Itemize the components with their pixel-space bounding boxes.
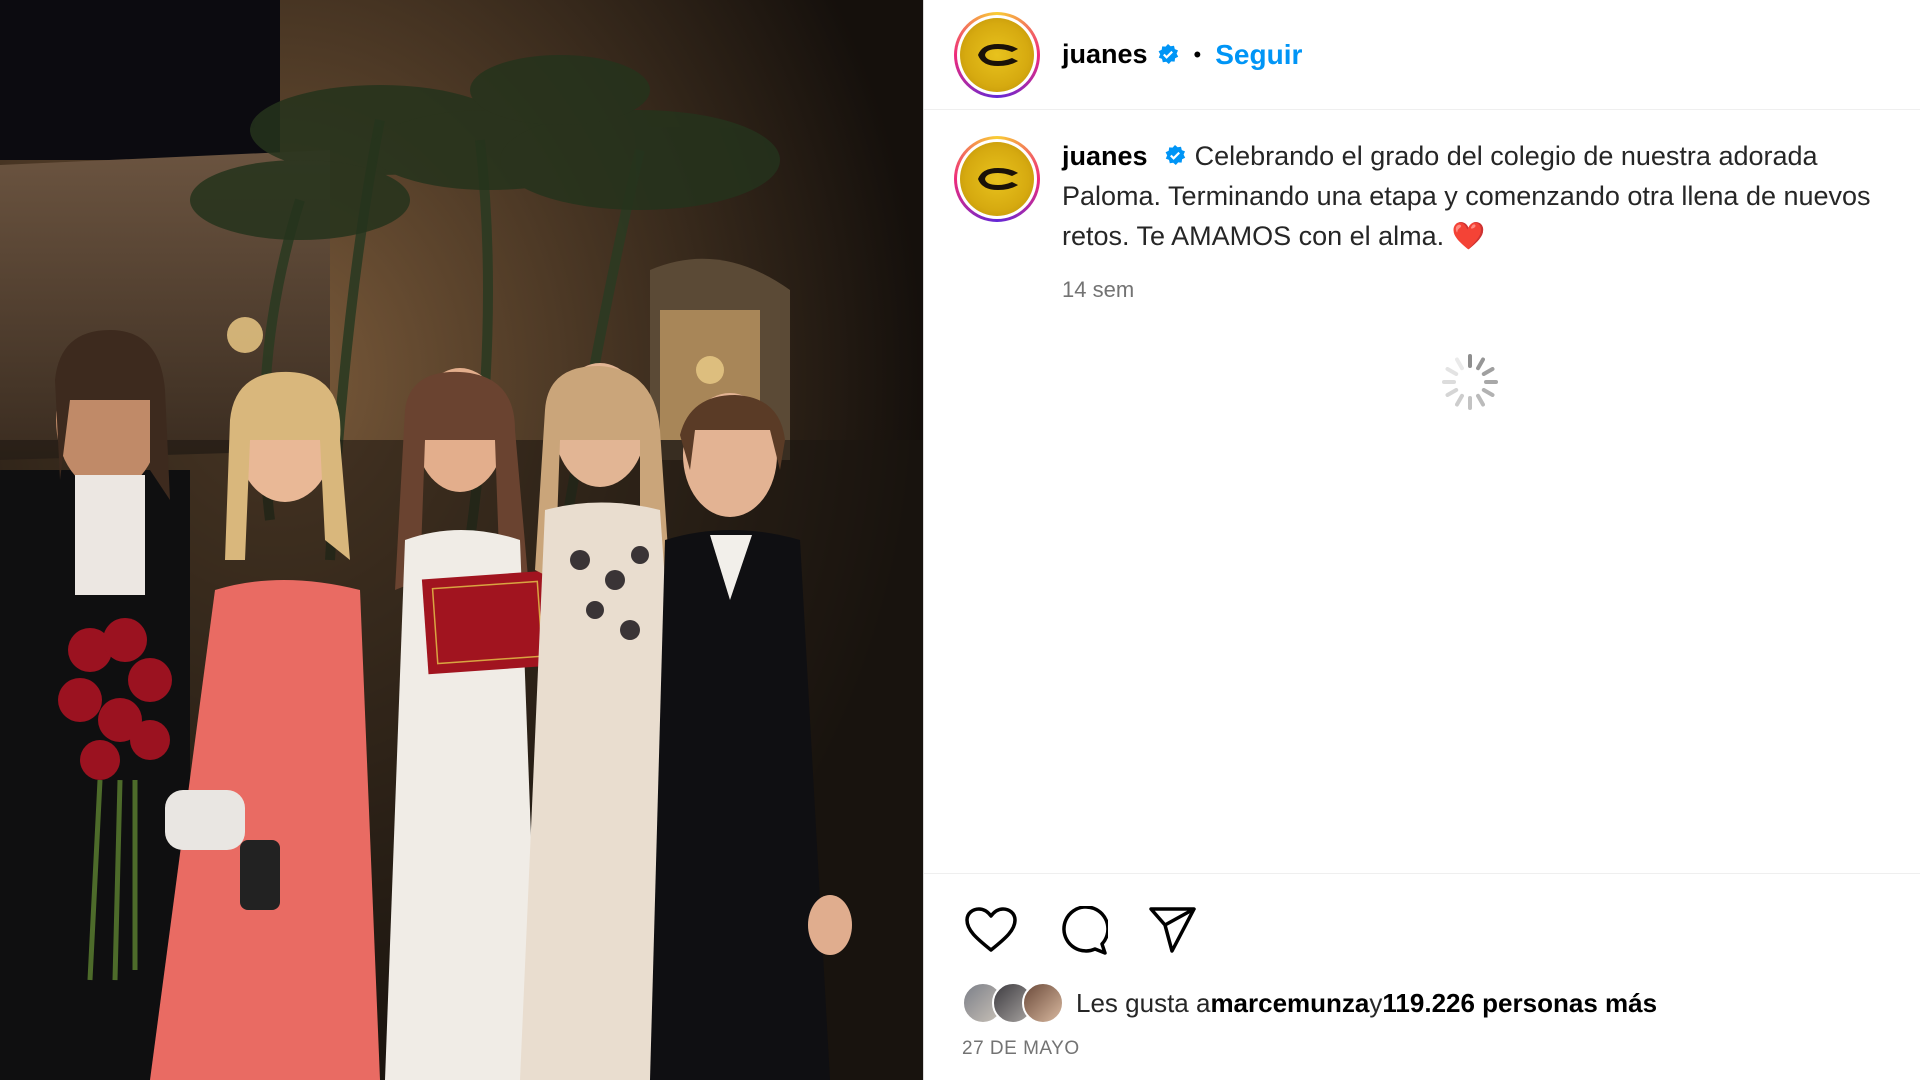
follow-button[interactable]: Seguir xyxy=(1215,39,1302,71)
post-time[interactable]: 14 sem xyxy=(1062,270,1900,310)
comment-icon[interactable] xyxy=(1058,906,1108,956)
likes-count[interactable]: 119.226 personas más xyxy=(1382,988,1657,1019)
caption: juanes Celebrando el grado del colegio d… xyxy=(924,110,1920,310)
post-date[interactable]: 27 DE MAYO xyxy=(924,1038,1920,1060)
graduation-family-photo xyxy=(0,0,923,1080)
heart-emoji: ❤️ xyxy=(1451,221,1486,251)
caption-avatar[interactable] xyxy=(954,136,1040,222)
likes-user[interactable]: marcemunza xyxy=(1210,988,1369,1019)
avatar xyxy=(1022,982,1064,1024)
verified-icon xyxy=(1163,144,1187,168)
post-actions: Les gusta a marcemunza y 119.226 persona… xyxy=(924,873,1920,1081)
header-separator: • xyxy=(1193,41,1202,67)
likes-prefix: Les gusta a xyxy=(1076,987,1211,1018)
verified-icon xyxy=(1156,43,1180,67)
share-icon[interactable] xyxy=(1148,906,1198,956)
juanes-logo-icon xyxy=(960,142,1034,216)
instagram-post: juanes • Seguir juanes Celebrando el gra… xyxy=(0,0,1920,1080)
post-photo[interactable] xyxy=(0,0,923,1080)
post-header: juanes • Seguir xyxy=(924,0,1920,110)
juanes-logo-icon xyxy=(960,17,1034,92)
liker-avatars[interactable] xyxy=(962,982,1064,1024)
loading-spinner-icon xyxy=(1438,350,1502,419)
caption-username[interactable]: juanes xyxy=(1062,141,1148,171)
likes-summary: Les gusta a marcemunza y 119.226 persona… xyxy=(924,982,1920,1024)
like-icon[interactable] xyxy=(964,906,1018,956)
header-username[interactable]: juanes xyxy=(1062,39,1148,70)
likes-connector: y xyxy=(1369,987,1383,1018)
avatar[interactable] xyxy=(954,11,1040,98)
post-sidebar: juanes • Seguir juanes Celebrando el gra… xyxy=(923,0,1920,1080)
